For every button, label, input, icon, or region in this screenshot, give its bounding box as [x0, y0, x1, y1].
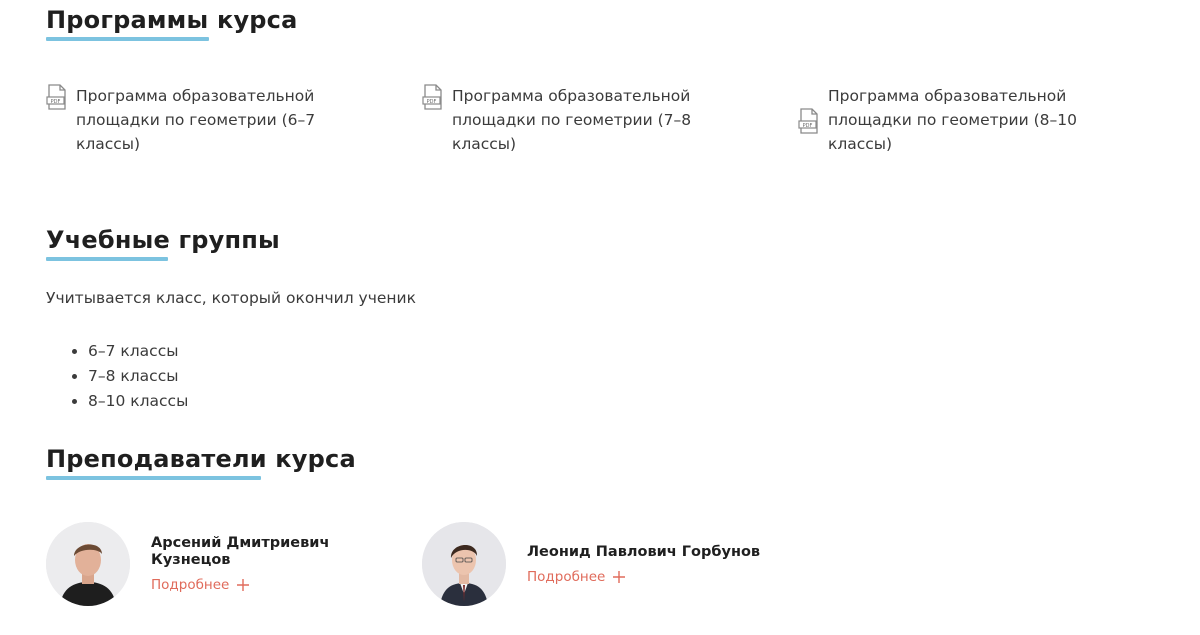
person-photo-icon: [46, 522, 130, 606]
teacher-card: Леонид Павлович Горбунов Подробнее: [422, 522, 767, 606]
programs-title: Программы курса: [46, 6, 298, 34]
plus-icon: [613, 570, 626, 583]
avatar: [422, 522, 506, 606]
groups-title: Учебные группы: [46, 226, 280, 254]
teachers-title: Преподаватели курса: [46, 445, 356, 473]
program-link-8-10[interactable]: PDF Программа образовательной площадки п…: [798, 84, 1118, 156]
groups-title-underline: [46, 257, 168, 261]
program-label: Программа образовательной площадки по ге…: [76, 87, 316, 153]
teacher-name: Арсений Дмитриевич Кузнецов: [151, 535, 330, 568]
svg-text:PDF: PDF: [51, 99, 61, 105]
list-item: 7–8 классы: [88, 364, 188, 389]
more-label: Подробнее: [527, 568, 606, 585]
pdf-icon: PDF: [46, 84, 66, 110]
teacher-card: Арсений Дмитриевич Кузнецов Подробнее: [46, 522, 361, 606]
list-item: 6–7 классы: [88, 339, 188, 364]
teachers-title-underline: [46, 476, 261, 480]
more-label: Подробнее: [151, 577, 230, 593]
more-button[interactable]: Подробнее: [151, 577, 250, 593]
more-button[interactable]: Подробнее: [527, 569, 626, 585]
program-label: Программа образовательной площадки по ге…: [828, 87, 1077, 153]
groups-description: Учитывается класс, который окончил учени…: [46, 289, 416, 307]
pdf-icon: PDF: [422, 84, 442, 110]
program-link-7-8[interactable]: PDF Программа образовательной площадки п…: [422, 84, 742, 156]
svg-text:PDF: PDF: [427, 99, 437, 105]
program-label: Программа образовательной площадки по ге…: [452, 87, 692, 153]
teacher-name: Леонид Павлович Горбунов: [527, 543, 761, 560]
person-photo-icon: [422, 522, 506, 606]
avatar: [46, 522, 130, 606]
svg-text:PDF: PDF: [803, 123, 813, 129]
program-link-6-7[interactable]: PDF Программа образовательной площадки п…: [46, 84, 366, 156]
programs-title-underline: [46, 37, 209, 41]
groups-list: 6–7 классы 7–8 классы 8–10 классы: [66, 339, 188, 414]
pdf-icon: PDF: [798, 108, 818, 134]
plus-icon: [237, 579, 250, 591]
list-item: 8–10 классы: [88, 389, 188, 414]
